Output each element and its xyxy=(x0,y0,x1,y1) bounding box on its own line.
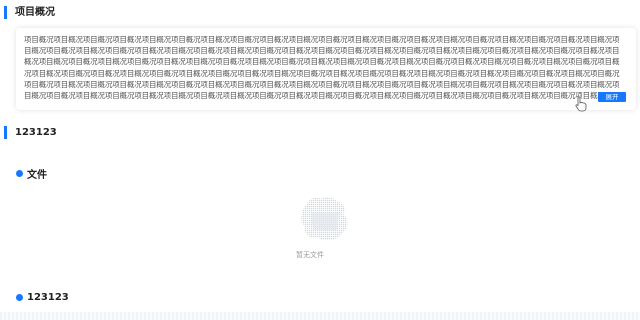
empty-text: 暂无文件 xyxy=(296,251,324,259)
section-4-header: 123123 xyxy=(16,292,69,303)
content-divider xyxy=(0,312,640,320)
overview-text: 项目概况项目概况项目概况项目概况项目概况项目概况项目概况项目概况项目概况项目概况… xyxy=(24,35,620,101)
files-title: 文件 xyxy=(27,170,47,181)
empty-state xyxy=(290,190,360,250)
section-accent-bar xyxy=(4,6,7,19)
section-accent-bar xyxy=(4,126,7,139)
empty-box-icon xyxy=(301,196,348,240)
section-2-header: 123123 xyxy=(4,126,57,139)
bullet-dot xyxy=(16,170,23,177)
overview-card: 项目概况项目概况项目概况项目概况项目概况项目概况项目概况项目概况项目概况项目概况… xyxy=(16,28,636,110)
section-4-title: 123123 xyxy=(27,292,69,303)
hand-pointer-icon xyxy=(575,96,587,112)
files-header: 文件 xyxy=(16,166,47,181)
bullet-dot xyxy=(16,294,23,301)
expand-button[interactable]: 展开 xyxy=(598,92,626,102)
section-2-title: 123123 xyxy=(15,127,57,138)
overview-header: 项目概况 xyxy=(4,6,55,19)
overview-title: 项目概况 xyxy=(15,7,55,18)
